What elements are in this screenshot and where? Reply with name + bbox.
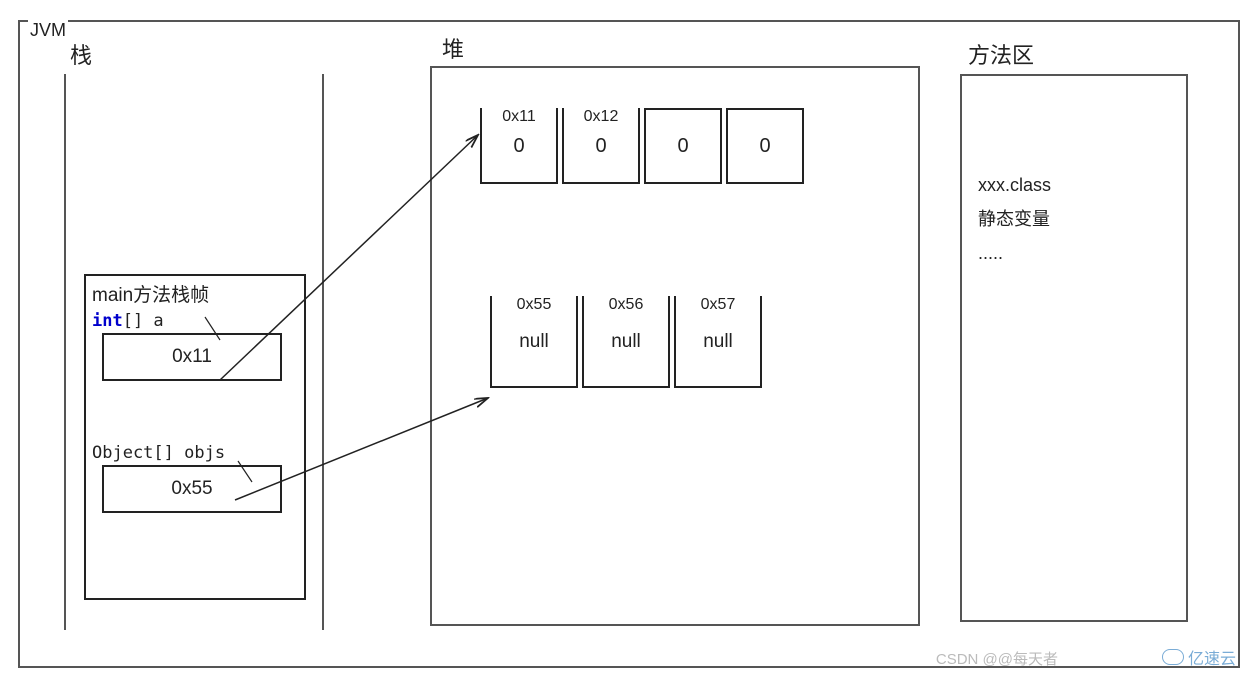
int-cell: 0x11 0 xyxy=(480,108,558,184)
stack-panel: main方法栈帧 int[] a 0x11 Object[] objs 0x55 xyxy=(64,74,324,630)
cell-value: null xyxy=(519,331,549,353)
cell-address: 0x57 xyxy=(676,296,760,314)
main-stack-frame: main方法栈帧 int[] a 0x11 Object[] objs 0x55 xyxy=(84,274,306,600)
var-a-declaration: int[] a xyxy=(92,311,298,331)
object-array-row: 0x55 null 0x56 null 0x57 null xyxy=(490,296,766,388)
frame-title: main方法栈帧 xyxy=(92,280,298,307)
int-array-row: 0x11 0 0x12 0 0 0 xyxy=(480,108,808,184)
method-line: xxx.class xyxy=(978,168,1170,202)
cell-value: null xyxy=(611,331,641,353)
int-cell: 0 xyxy=(726,108,804,184)
var-a-rest: [] a xyxy=(123,311,164,331)
jvm-label: JVM xyxy=(28,20,68,41)
obj-cell: 0x55 null xyxy=(490,296,578,388)
int-cell: 0 xyxy=(644,108,722,184)
obj-cell: 0x56 null xyxy=(582,296,670,388)
stack-left-border xyxy=(64,74,66,630)
obj-cell: 0x57 null xyxy=(674,296,762,388)
method-line: ..... xyxy=(978,236,1170,270)
watermark-csdn: CSDN @@每天者 xyxy=(936,648,1058,669)
cell-value: 0 xyxy=(513,135,524,158)
heap-title: 堆 xyxy=(442,32,464,64)
cell-address: 0x56 xyxy=(584,296,668,314)
cell-value: null xyxy=(703,331,733,353)
watermark-ysy-text: 亿速云 xyxy=(1188,645,1236,669)
cell-value: 0 xyxy=(595,135,606,158)
cell-value: 0 xyxy=(759,135,770,158)
keyword-int: int xyxy=(92,311,123,331)
cloud-icon xyxy=(1162,649,1184,665)
method-line: 静态变量 xyxy=(978,202,1170,236)
var-objs-declaration: Object[] objs xyxy=(92,443,298,463)
cell-value: 0 xyxy=(677,135,688,158)
stack-title: 栈 xyxy=(70,38,92,70)
int-cell: 0x12 0 xyxy=(562,108,640,184)
method-area-panel: xxx.class 静态变量 ..... xyxy=(960,74,1188,622)
watermark-yisuyun: 亿速云 xyxy=(1162,645,1236,669)
var-objs-value-box: 0x55 xyxy=(102,465,282,513)
var-a-value-box: 0x11 xyxy=(102,333,282,381)
cell-address: 0x11 xyxy=(482,108,556,126)
cell-address: 0x55 xyxy=(492,296,576,314)
cell-address: 0x12 xyxy=(564,108,638,126)
method-area-title: 方法区 xyxy=(968,38,1034,70)
stack-right-border xyxy=(322,74,324,630)
